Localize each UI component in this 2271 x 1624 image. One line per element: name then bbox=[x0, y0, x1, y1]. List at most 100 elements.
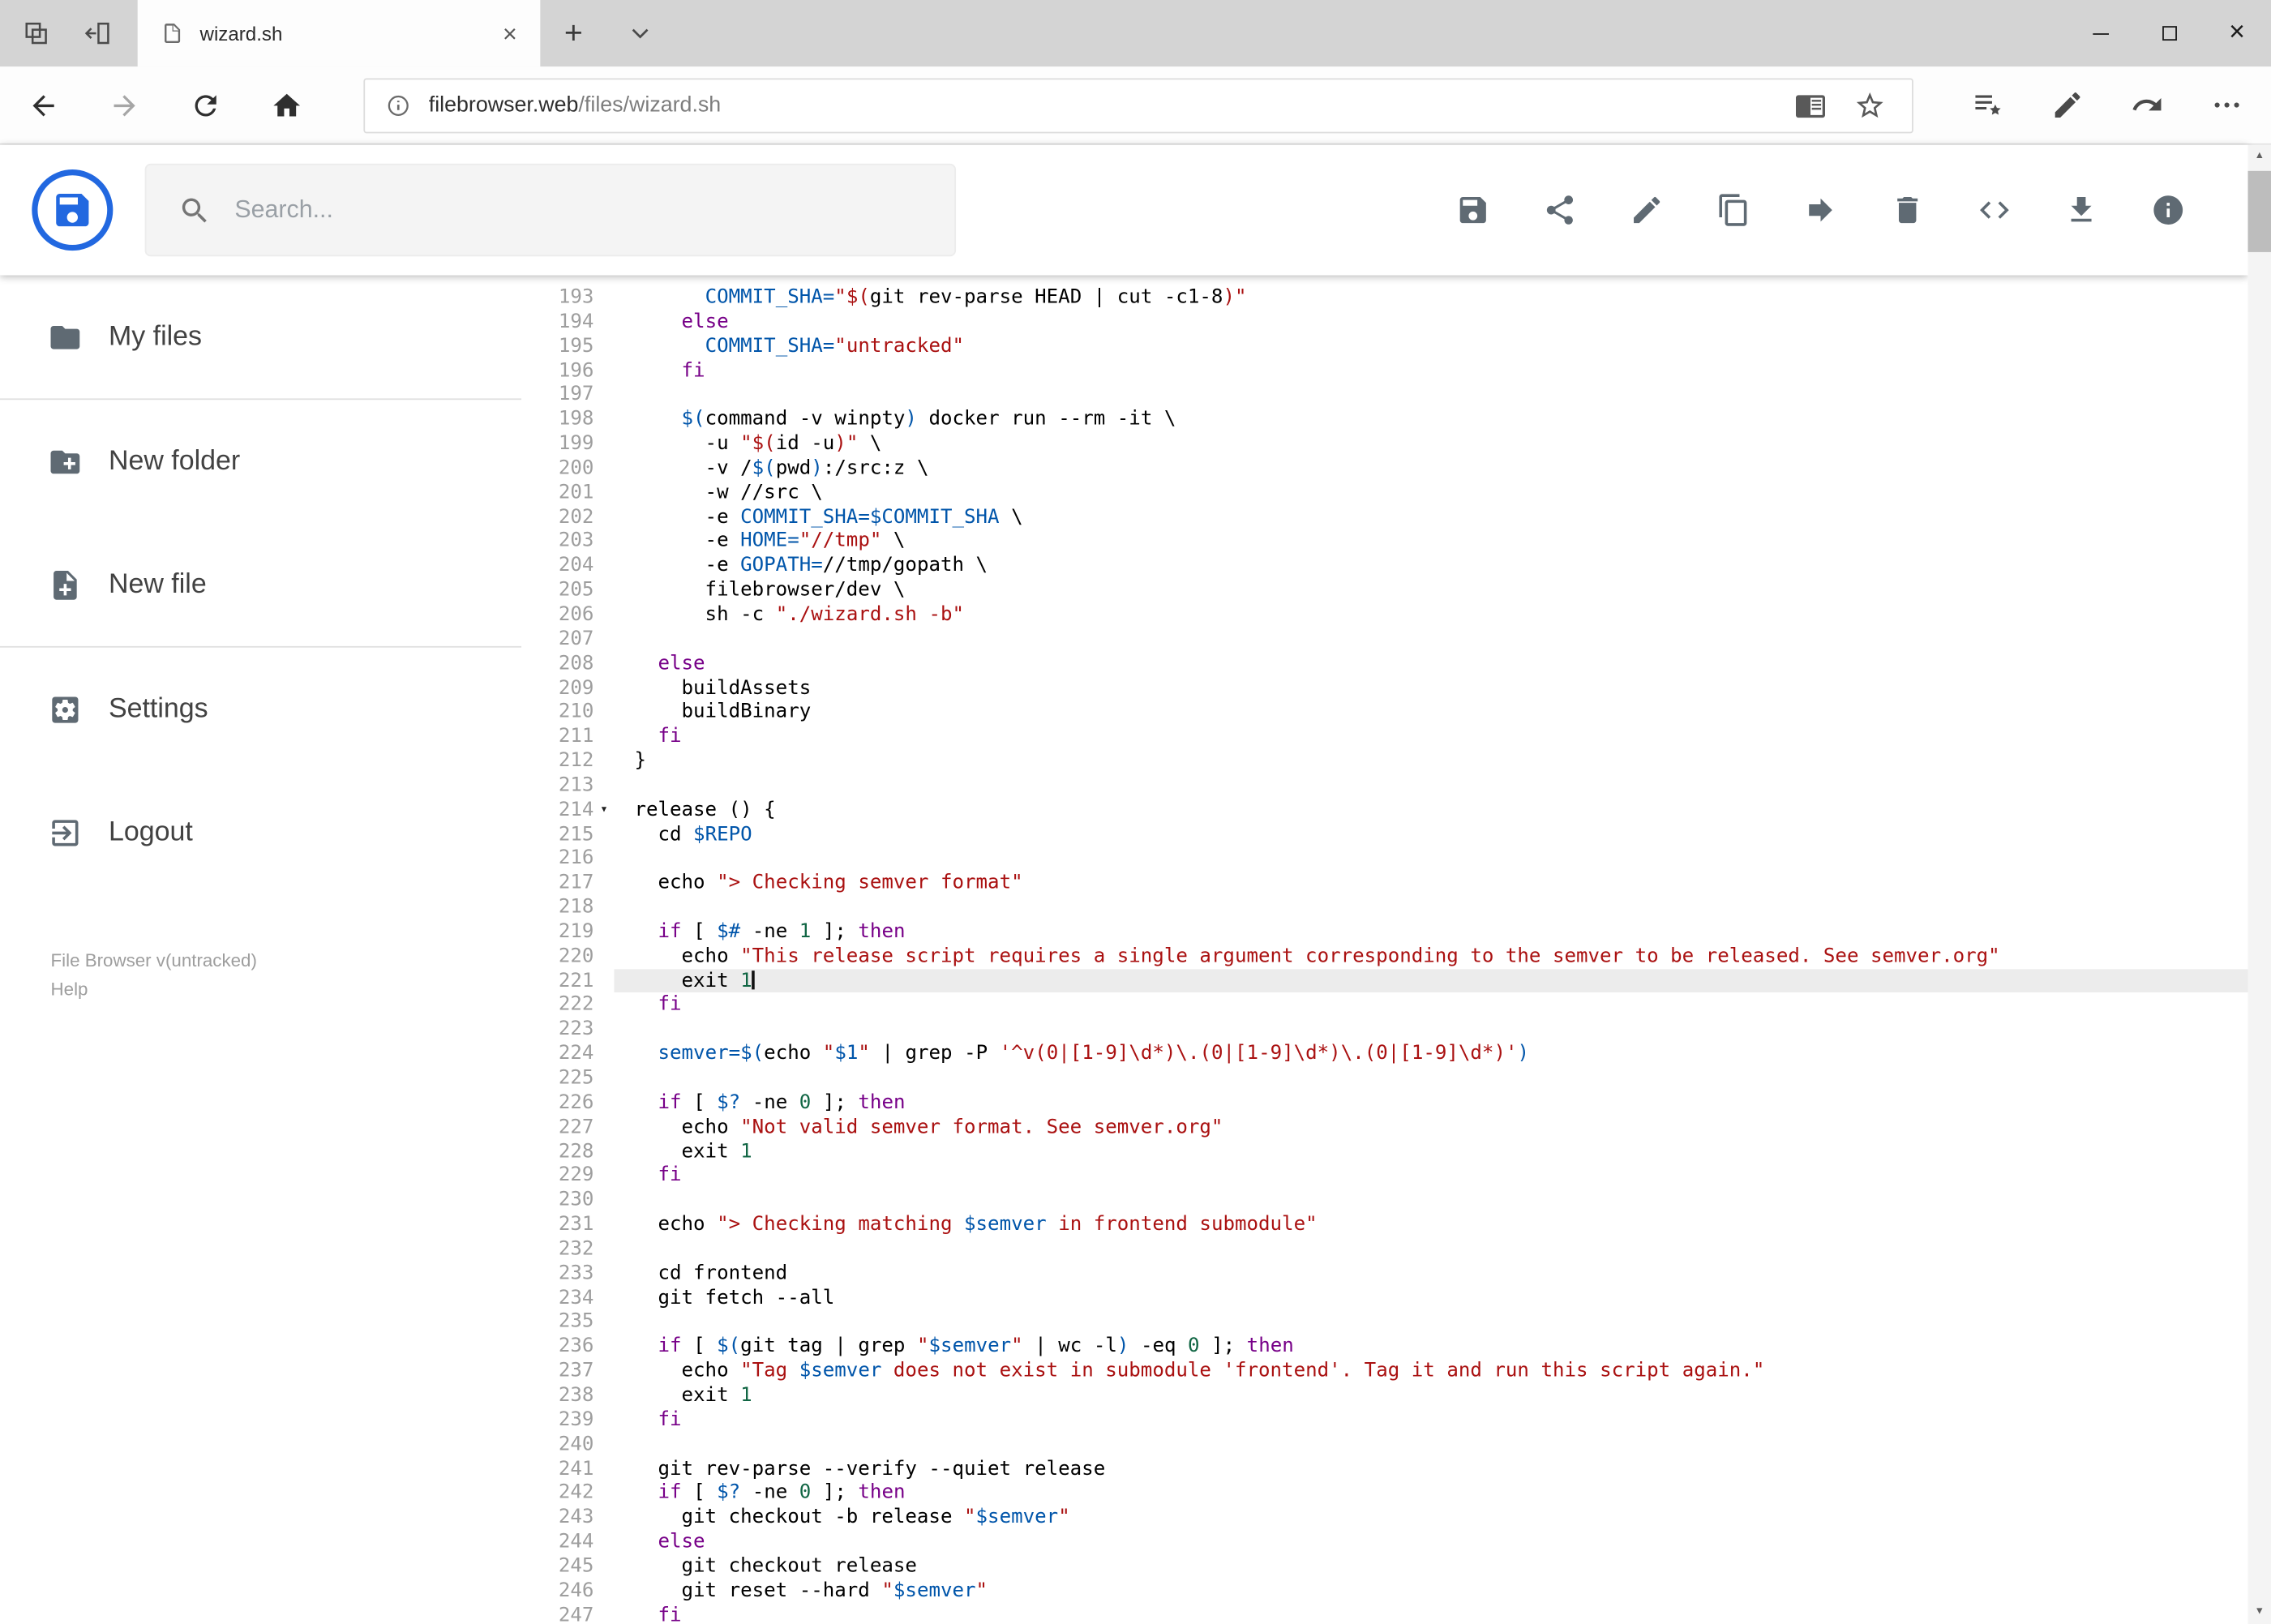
site-info-icon[interactable] bbox=[385, 92, 411, 118]
new-tab-button[interactable]: + bbox=[552, 11, 596, 55]
copy-button[interactable] bbox=[1716, 193, 1751, 228]
source-code-button[interactable] bbox=[1977, 193, 2012, 228]
code-line[interactable]: 212} bbox=[521, 749, 2247, 773]
code-line[interactable]: 238 exit 1 bbox=[521, 1383, 2247, 1408]
code-editor[interactable]: 193 COMMIT_SHA="$(git rev-parse HEAD | c… bbox=[521, 275, 2248, 1624]
sidebar-item-new-file[interactable]: New file bbox=[0, 545, 521, 626]
code-line[interactable]: 216 bbox=[521, 846, 2247, 871]
code-line[interactable]: 193 COMMIT_SHA="$(git rev-parse HEAD | c… bbox=[521, 285, 2247, 310]
code-line[interactable]: 214 ▾ release () { bbox=[521, 798, 2247, 822]
more-options-icon[interactable] bbox=[2210, 88, 2245, 122]
tabs-set-aside-icon[interactable] bbox=[16, 13, 57, 54]
delete-button[interactable] bbox=[1890, 193, 1925, 228]
fold-marker-icon[interactable]: ▾ bbox=[593, 798, 614, 822]
reading-view-icon[interactable] bbox=[1793, 88, 1828, 122]
move-button[interactable] bbox=[1803, 193, 1838, 228]
scrollbar-thumb[interactable] bbox=[2247, 170, 2271, 252]
search-bar[interactable] bbox=[144, 163, 957, 257]
sidebar-item-new-folder[interactable]: New folder bbox=[0, 422, 521, 503]
code-line[interactable]: 233 cd frontend bbox=[521, 1262, 2247, 1286]
code-line[interactable]: 245 git checkout release bbox=[521, 1554, 2247, 1579]
code-line[interactable]: 210 buildBinary bbox=[521, 701, 2247, 725]
code-line[interactable]: 226 if [ $? -ne 0 ]; then bbox=[521, 1091, 2247, 1115]
code-line[interactable]: 223 bbox=[521, 1018, 2247, 1042]
code-line[interactable]: 243 git checkout -b release "$semver" bbox=[521, 1506, 2247, 1530]
code-line[interactable]: 201 -w //src \ bbox=[521, 481, 2247, 505]
refresh-button[interactable] bbox=[177, 76, 234, 134]
code-line[interactable]: 205 filebrowser/dev \ bbox=[521, 578, 2247, 602]
code-line[interactable]: 221 exit 1 bbox=[521, 968, 2248, 993]
code-line[interactable]: 228 exit 1 bbox=[521, 1139, 2247, 1163]
address-bar[interactable]: filebrowser.web/files/wizard.sh bbox=[363, 77, 1913, 133]
code-line[interactable]: 240 bbox=[521, 1433, 2247, 1457]
favorite-star-icon[interactable] bbox=[1853, 88, 1888, 122]
code-line[interactable]: 232 bbox=[521, 1237, 2247, 1262]
forward-button[interactable] bbox=[96, 76, 153, 134]
code-line[interactable]: 222 fi bbox=[521, 993, 2247, 1018]
code-line[interactable]: 194 else bbox=[521, 310, 2247, 334]
home-button[interactable] bbox=[258, 76, 315, 134]
sidebar-item-settings[interactable]: Settings bbox=[0, 670, 521, 751]
code-text: buildBinary bbox=[634, 700, 812, 724]
code-line[interactable]: 206 sh -c "./wizard.sh -b" bbox=[521, 602, 2247, 627]
code-line[interactable]: 199 -u "$(id -u)" \ bbox=[521, 432, 2247, 456]
code-line[interactable]: 246 git reset --hard "$semver" bbox=[521, 1579, 2247, 1603]
help-link[interactable]: Help bbox=[51, 975, 522, 1005]
code-line[interactable]: 202 -e COMMIT_SHA=$COMMIT_SHA \ bbox=[521, 505, 2247, 529]
code-line[interactable]: 234 git fetch --all bbox=[521, 1286, 2247, 1310]
code-line[interactable]: 227 echo "Not valid semver format. See s… bbox=[521, 1115, 2247, 1139]
code-line[interactable]: 209 buildAssets bbox=[521, 676, 2247, 701]
code-line[interactable]: 239 fi bbox=[521, 1408, 2247, 1432]
code-line[interactable]: 215 cd $REPO bbox=[521, 822, 2247, 846]
scroll-down-arrow[interactable]: ▼ bbox=[2247, 1600, 2271, 1624]
code-line[interactable]: 207 bbox=[521, 627, 2247, 651]
set-tabs-aside-icon[interactable] bbox=[78, 13, 118, 54]
maximize-button[interactable] bbox=[2135, 0, 2203, 66]
back-button[interactable] bbox=[15, 76, 72, 134]
web-note-pen-icon[interactable] bbox=[2051, 88, 2086, 122]
code-line[interactable]: 235 bbox=[521, 1310, 2247, 1335]
save-button[interactable] bbox=[1455, 193, 1490, 228]
code-line[interactable]: 196 fi bbox=[521, 358, 2247, 383]
search-input[interactable] bbox=[234, 195, 872, 225]
code-line[interactable]: 208 else bbox=[521, 651, 2247, 675]
info-button[interactable] bbox=[2151, 193, 2186, 228]
code-line[interactable]: 236 if [ $(git tag | grep "$semver" | wc… bbox=[521, 1335, 2247, 1359]
code-line[interactable]: 247 fi bbox=[521, 1603, 2247, 1624]
rename-pencil-button[interactable] bbox=[1630, 193, 1665, 228]
tab-wizard-sh[interactable]: wizard.sh × bbox=[137, 0, 541, 67]
code-line[interactable]: 242 if [ $? -ne 0 ]; then bbox=[521, 1481, 2247, 1506]
hub-favorites-icon[interactable] bbox=[1971, 88, 2006, 122]
code-line[interactable]: 220 echo "This release script requires a… bbox=[521, 945, 2247, 969]
tab-preview-chevron-icon[interactable] bbox=[620, 13, 661, 54]
code-line[interactable]: 195 COMMIT_SHA="untracked" bbox=[521, 334, 2247, 358]
share-file-button[interactable] bbox=[1543, 193, 1578, 228]
code-line[interactable]: 198 $(command -v winpty) docker run --rm… bbox=[521, 407, 2247, 431]
scroll-up-arrow[interactable]: ▲ bbox=[2247, 145, 2271, 169]
code-line[interactable]: 204 -e GOPATH=//tmp/gopath \ bbox=[521, 554, 2247, 578]
download-button[interactable] bbox=[2064, 193, 2099, 228]
code-line[interactable]: 211 fi bbox=[521, 725, 2247, 749]
code-line[interactable]: 244 else bbox=[521, 1530, 2247, 1554]
code-line[interactable]: 218 bbox=[521, 895, 2247, 919]
code-line[interactable]: 229 fi bbox=[521, 1163, 2247, 1188]
share-icon[interactable] bbox=[2131, 88, 2166, 122]
sidebar-item-logout[interactable]: Logout bbox=[0, 792, 521, 873]
code-line[interactable]: 200 -v /$(pwd):/src:z \ bbox=[521, 456, 2247, 481]
close-tab-icon[interactable]: × bbox=[497, 18, 523, 49]
code-line[interactable]: 213 bbox=[521, 773, 2247, 798]
code-line[interactable]: 224 semver=$(echo "$1" | grep -P '^v(0|[… bbox=[521, 1042, 2247, 1066]
code-line[interactable]: 217 echo "> Checking semver format" bbox=[521, 871, 2247, 895]
sidebar-item-my-files[interactable]: My files bbox=[0, 297, 521, 378]
code-line[interactable]: 197 bbox=[521, 383, 2247, 407]
code-line[interactable]: 219 if [ $# -ne 1 ]; then bbox=[521, 920, 2247, 945]
code-line[interactable]: 203 -e HOME="//tmp" \ bbox=[521, 529, 2247, 554]
code-line[interactable]: 231 echo "> Checking matching $semver in… bbox=[521, 1213, 2247, 1237]
minimize-button[interactable] bbox=[2067, 0, 2135, 66]
close-window-button[interactable]: × bbox=[2203, 0, 2271, 66]
code-line[interactable]: 237 echo "Tag $semver does not exist in … bbox=[521, 1359, 2247, 1383]
scrollbar[interactable]: ▲ ▼ bbox=[2247, 144, 2271, 1624]
code-line[interactable]: 241 git rev-parse --verify --quiet relea… bbox=[521, 1457, 2247, 1481]
code-line[interactable]: 230 bbox=[521, 1189, 2247, 1213]
code-line[interactable]: 225 bbox=[521, 1066, 2247, 1091]
